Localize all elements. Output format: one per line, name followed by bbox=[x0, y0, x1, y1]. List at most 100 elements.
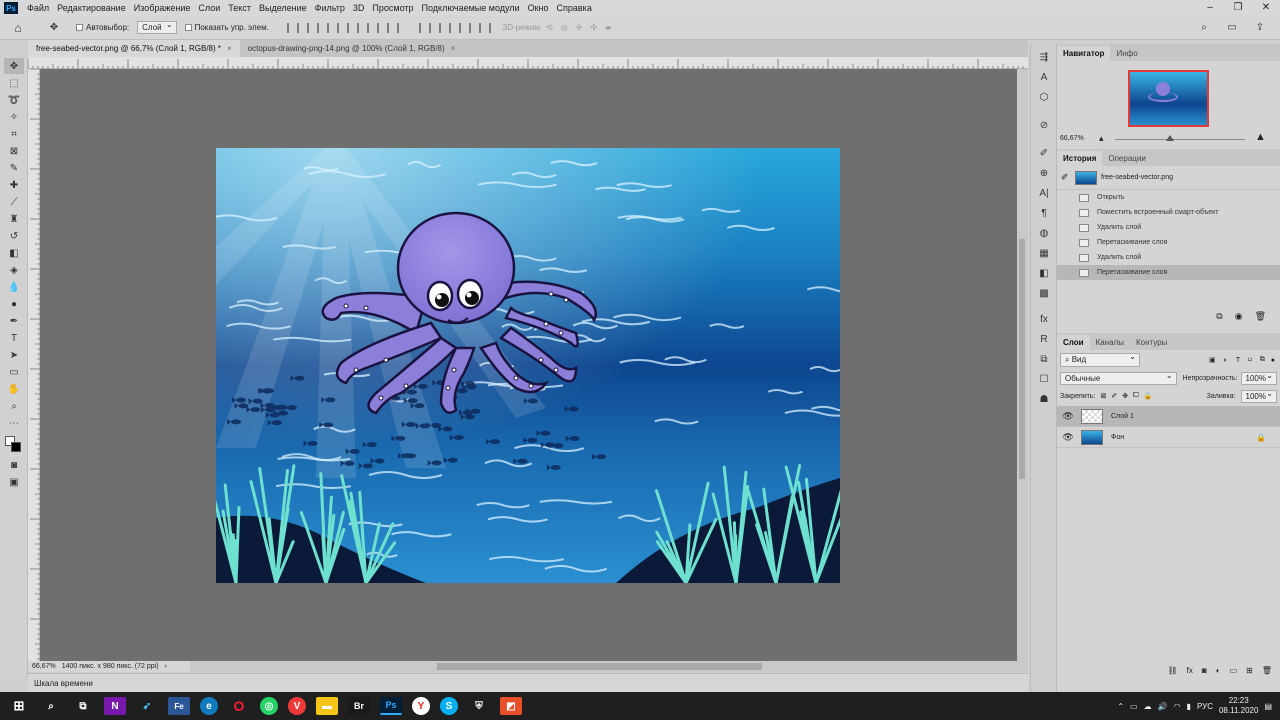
filter-shape-icon[interactable]: ⌑ bbox=[1248, 356, 1252, 364]
paragraph-styles-icon[interactable]: ¶ bbox=[1036, 206, 1052, 220]
distribute-4-icon[interactable] bbox=[478, 22, 491, 33]
blur-tool-icon[interactable]: 💧 bbox=[4, 279, 24, 295]
history-item-selected[interactable]: Перетаскивание слоя bbox=[1057, 265, 1280, 280]
filter-smart-icon[interactable]: ⧉ bbox=[1260, 356, 1265, 364]
file-explorer-icon[interactable]: ▬ bbox=[316, 697, 338, 715]
roll-3d-icon[interactable]: ◎ bbox=[561, 23, 568, 32]
gradients-icon[interactable]: ◧ bbox=[1036, 266, 1052, 280]
tab-navigator[interactable]: Навигатор bbox=[1057, 46, 1111, 61]
3d-panel-icon[interactable]: ⬡ bbox=[1036, 90, 1052, 104]
workspace-icon[interactable]: ▭ bbox=[1222, 20, 1242, 36]
horizontal-scrollbar[interactable] bbox=[190, 661, 1028, 672]
status-arrow-icon[interactable]: › bbox=[165, 663, 167, 670]
zoom-in-icon[interactable]: ▲ bbox=[1255, 131, 1266, 143]
filter-pixel-icon[interactable]: ▣ bbox=[1209, 356, 1216, 364]
tab-seabed[interactable]: free-seabed-vector.png @ 66,7% (Слой 1, … bbox=[28, 40, 240, 57]
layer-row[interactable]: 👁 Слой 1 bbox=[1057, 406, 1280, 427]
frame-tool-icon[interactable]: ⊠ bbox=[4, 143, 24, 159]
lock-transparency-icon[interactable]: ⊠ bbox=[1100, 392, 1106, 400]
app-red-icon[interactable]: ◩ bbox=[500, 697, 522, 715]
healing-brush-icon[interactable]: ✚ bbox=[4, 177, 24, 193]
move-tool-preset-icon[interactable]: ✥ bbox=[44, 20, 64, 36]
autoselect-checkbox[interactable] bbox=[76, 24, 83, 31]
orbit-3d-icon[interactable]: ⟲ bbox=[546, 23, 553, 32]
background-color-swatch[interactable] bbox=[11, 442, 21, 452]
filter-adjust-icon[interactable]: ◐ bbox=[1224, 357, 1228, 364]
tab-info[interactable]: Инфо bbox=[1110, 46, 1143, 61]
distribute-1-icon[interactable] bbox=[418, 22, 431, 33]
properties-icon[interactable]: R bbox=[1036, 332, 1052, 346]
swatches-icon[interactable]: ▦ bbox=[1036, 246, 1052, 260]
edge-icon[interactable]: e bbox=[200, 697, 218, 715]
filter-toggle-icon[interactable]: ● bbox=[1271, 357, 1275, 364]
trash-icon[interactable]: 🗑 bbox=[1255, 311, 1266, 322]
menu-view[interactable]: Просмотр bbox=[368, 3, 417, 13]
menu-help[interactable]: Справка bbox=[553, 3, 596, 13]
notifications-icon[interactable]: ▤ bbox=[1264, 702, 1272, 711]
learn-icon[interactable]: ☐ bbox=[1036, 372, 1052, 386]
adjustments-icon[interactable]: fx bbox=[1036, 312, 1052, 326]
eraser-tool-icon[interactable]: ◧ bbox=[4, 245, 24, 261]
align-hcenter-icon[interactable] bbox=[306, 22, 319, 33]
patterns-icon[interactable]: ▩ bbox=[1036, 286, 1052, 300]
history-brush-icon[interactable]: ↺ bbox=[4, 228, 24, 244]
battery-icon[interactable]: ▮ bbox=[1187, 702, 1191, 711]
adjustment-layer-icon[interactable]: ◐ bbox=[1216, 666, 1221, 675]
document-canvas-image[interactable] bbox=[216, 148, 840, 583]
eye-icon[interactable]: 👁 bbox=[1061, 411, 1075, 422]
layer-style-icon[interactable]: fx bbox=[1187, 666, 1193, 675]
tab-history[interactable]: История bbox=[1057, 151, 1103, 166]
tab-close-icon[interactable]: × bbox=[451, 40, 456, 57]
menu-layers[interactable]: Слои bbox=[194, 3, 224, 13]
history-item[interactable]: Перетаскивание слоя bbox=[1057, 235, 1280, 250]
marquee-tool-icon[interactable]: ⬚ bbox=[4, 75, 24, 91]
search-icon[interactable]: ⌕ bbox=[1194, 20, 1214, 36]
onenote-icon[interactable]: N bbox=[104, 697, 126, 715]
zoom-slider[interactable] bbox=[1115, 135, 1245, 141]
share-icon[interactable]: ⇪ bbox=[1250, 20, 1270, 36]
zoom-slider-handle[interactable] bbox=[1165, 135, 1174, 141]
align-vcenter-icon[interactable] bbox=[366, 22, 379, 33]
snapshot-camera-icon[interactable]: ◉ bbox=[1235, 311, 1243, 322]
lock-pixels-icon[interactable]: ✐ bbox=[1111, 392, 1117, 400]
volume-icon[interactable]: 🔊 bbox=[1158, 702, 1168, 711]
vertical-scrollbar[interactable] bbox=[1017, 69, 1028, 661]
align-bottom-icon[interactable] bbox=[386, 22, 399, 33]
stamp-tool-icon[interactable]: ♜ bbox=[4, 211, 24, 227]
distribute-2-icon[interactable] bbox=[438, 22, 451, 33]
menu-image[interactable]: Изображение bbox=[130, 3, 195, 13]
paint-bucket-icon[interactable]: ◈ bbox=[4, 262, 24, 278]
security-shield-icon[interactable]: ⛨ bbox=[468, 697, 490, 715]
layer-name[interactable]: Фон bbox=[1111, 434, 1124, 441]
opera-icon[interactable]: O bbox=[228, 697, 250, 715]
brush-settings-icon[interactable]: ✐ bbox=[1036, 146, 1052, 160]
eyedropper-icon[interactable]: ✎ bbox=[4, 160, 24, 176]
layer-name[interactable]: Слой 1 bbox=[1111, 413, 1134, 420]
dodge-tool-icon[interactable]: ● bbox=[4, 296, 24, 312]
navigator-zoom-value[interactable]: 66,67% bbox=[1060, 135, 1084, 142]
menu-edit[interactable]: Редактирование bbox=[53, 3, 130, 13]
menu-3d[interactable]: 3D bbox=[349, 3, 369, 13]
lock-artboard-icon[interactable]: ⧠ bbox=[1133, 392, 1139, 400]
lasso-tool-icon[interactable]: ➰ bbox=[4, 92, 24, 108]
shape-tool-icon[interactable]: ▭ bbox=[4, 364, 24, 380]
photoshop-taskbar-icon[interactable]: Ps bbox=[380, 697, 402, 715]
tray-chevron-icon[interactable]: ⌃ bbox=[1117, 702, 1124, 711]
path-select-icon[interactable]: ➤ bbox=[4, 347, 24, 363]
screen-mode-icon[interactable]: ▣ bbox=[4, 474, 24, 490]
show-controls-checkbox[interactable] bbox=[184, 24, 192, 31]
lock-position-icon[interactable]: ✥ bbox=[1122, 392, 1128, 400]
app-fe-icon[interactable]: Fe bbox=[168, 697, 190, 715]
navigator-thumbnail[interactable] bbox=[1128, 70, 1209, 127]
timeline-label[interactable]: Шкала времени bbox=[34, 679, 93, 688]
menu-filter[interactable]: Фильтр bbox=[311, 3, 349, 13]
menu-file[interactable]: Файл bbox=[23, 3, 53, 13]
language-indicator[interactable]: РУС bbox=[1197, 702, 1213, 711]
scroll-thumb[interactable] bbox=[437, 663, 762, 670]
vivaldi-icon[interactable]: V bbox=[288, 697, 306, 715]
onedrive-icon[interactable]: ☁ bbox=[1144, 702, 1152, 711]
align-right-icon[interactable] bbox=[326, 22, 339, 33]
tab-paths[interactable]: Контуры bbox=[1130, 335, 1173, 350]
close-icon[interactable]: ✕ bbox=[1252, 0, 1280, 16]
messenger-icon[interactable]: ◎ bbox=[260, 697, 278, 715]
